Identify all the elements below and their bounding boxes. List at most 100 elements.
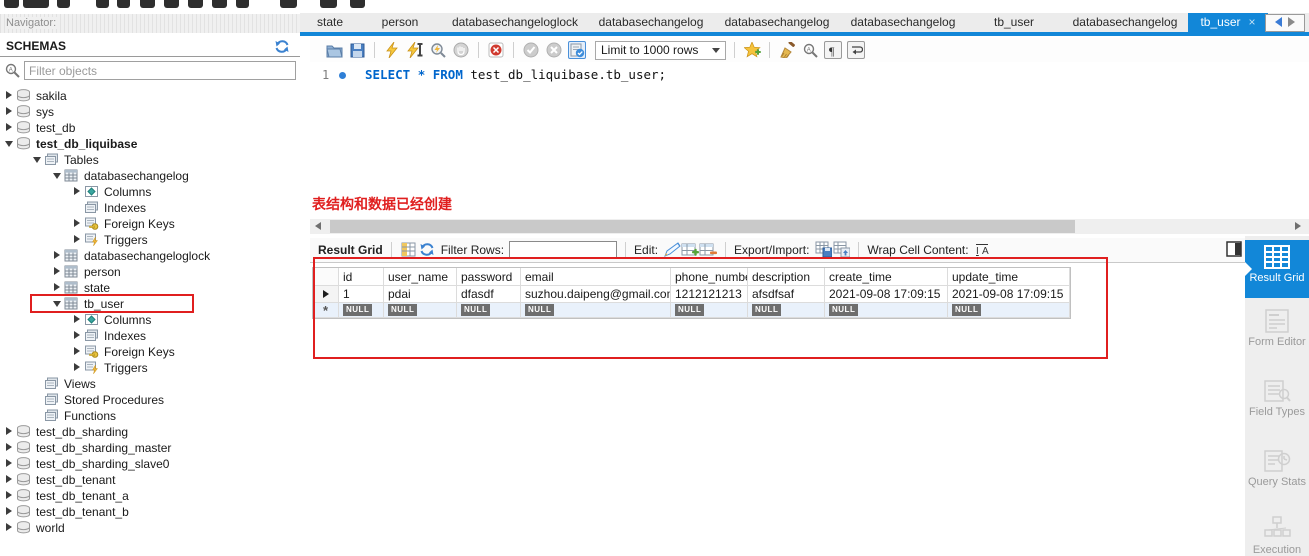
tree-item-triggers[interactable]: Triggers [0, 232, 300, 248]
tree-item-test_db_sharding_slave0[interactable]: test_db_sharding_slave0 [0, 456, 300, 472]
tree-item-test_db_liquibase[interactable]: test_db_liquibase [0, 136, 300, 152]
refresh-schemas-icon[interactable] [274, 39, 289, 53]
column-header-phone_number[interactable]: phone_number [671, 268, 748, 286]
select-all-cell[interactable] [313, 268, 339, 286]
limit-rows-dropdown[interactable]: Limit to 1000 rows [595, 40, 727, 60]
chevron-down-icon[interactable] [712, 47, 721, 53]
tree-item-foreign-keys[interactable]: Foreign Keys [0, 216, 300, 232]
tree-item-columns[interactable]: Columns [0, 184, 300, 200]
column-header-user_name[interactable]: user_name [384, 268, 457, 286]
expand-right-icon[interactable] [74, 331, 80, 339]
tab-databasechangeloglock[interactable]: databasechangeloglock [442, 13, 588, 32]
tree-item-sakila[interactable]: sakila [0, 88, 300, 104]
add-row-icon[interactable] [681, 240, 700, 258]
tree-item-sys[interactable]: sys [0, 104, 300, 120]
tab-databasechangelog[interactable]: databasechangelog [1062, 13, 1188, 32]
main-toolbar-button[interactable] [96, 0, 109, 8]
tree-item-tb_user[interactable]: tb_user [0, 296, 300, 312]
execute-current-icon[interactable] [406, 41, 424, 59]
null-cell-phone_number[interactable]: NULL [671, 303, 748, 318]
main-toolbar-button[interactable] [117, 0, 130, 8]
collapse-panel-icon[interactable] [1226, 241, 1242, 257]
cell-update_time[interactable]: 2021-09-08 17:09:15 [948, 286, 1070, 303]
main-toolbar-button[interactable] [23, 0, 49, 8]
save-icon[interactable] [348, 41, 366, 59]
expand-right-icon[interactable] [6, 123, 12, 131]
null-cell-create_time[interactable]: NULL [825, 303, 948, 318]
expand-right-icon[interactable] [74, 187, 80, 195]
commit-icon[interactable] [522, 41, 540, 59]
expand-right-icon[interactable] [6, 443, 12, 451]
sql-editor[interactable]: 1 SELECT * FROM test_db_liquibase.tb_use… [310, 62, 1309, 192]
toggle-autocommit-icon[interactable] [568, 41, 586, 59]
execute-icon[interactable] [383, 41, 401, 59]
column-header-description[interactable]: description [748, 268, 825, 286]
horizontal-scrollbar[interactable] [310, 219, 1309, 234]
wrap-cell-icon[interactable]: IA [974, 241, 992, 259]
column-header-create_time[interactable]: create_time [825, 268, 948, 286]
main-toolbar-button[interactable] [140, 0, 155, 8]
expand-right-icon[interactable] [54, 283, 60, 291]
expand-right-icon[interactable] [74, 347, 80, 355]
export-recordset-icon[interactable] [814, 240, 832, 258]
expand-right-icon[interactable] [74, 219, 80, 227]
delete-row-icon[interactable] [699, 240, 718, 258]
tab-state[interactable]: state [302, 13, 358, 32]
column-header-id[interactable]: id [339, 268, 384, 286]
schema-filter-input[interactable] [24, 61, 296, 80]
main-toolbar-button[interactable] [188, 0, 203, 8]
show-invisibles-icon[interactable]: ¶ [824, 41, 843, 59]
null-cell-password[interactable]: NULL [457, 303, 521, 318]
tab-scroll-left-icon[interactable] [1275, 17, 1282, 27]
expand-right-icon[interactable] [74, 235, 80, 243]
sql-statement[interactable]: SELECT * FROM test_db_liquibase.tb_user; [365, 67, 666, 82]
main-toolbar-button[interactable] [57, 0, 70, 8]
tree-item-person[interactable]: person [0, 264, 300, 280]
cell-description[interactable]: afsdfsaf [748, 286, 825, 303]
tab-databasechangelog[interactable]: databasechangelog [714, 13, 840, 32]
tree-item-triggers[interactable]: Triggers [0, 360, 300, 376]
scrollbar-thumb[interactable] [330, 220, 1075, 233]
tab-tb_user-active[interactable]: tb_user × [1188, 13, 1268, 32]
tree-item-tables[interactable]: Tables [0, 152, 300, 168]
tree-item-test_db_tenant_b[interactable]: test_db_tenant_b [0, 504, 300, 520]
cell-password[interactable]: dfasdf [457, 286, 521, 303]
expand-down-icon[interactable] [5, 141, 13, 147]
tree-item-test_db_tenant_a[interactable]: test_db_tenant_a [0, 488, 300, 504]
tree-item-test_db_tenant[interactable]: test_db_tenant [0, 472, 300, 488]
tab-scroll-arrows[interactable] [1265, 14, 1305, 32]
scroll-left-icon[interactable] [315, 222, 321, 230]
side-panel-form-editor[interactable]: Form Editor [1245, 304, 1309, 370]
import-records-icon[interactable] [832, 240, 850, 258]
tab-tb_user[interactable]: tb_user [966, 13, 1062, 32]
cell-user_name[interactable]: pdai [384, 286, 457, 303]
expand-down-icon[interactable] [53, 301, 61, 307]
column-header-password[interactable]: password [457, 268, 521, 286]
expand-right-icon[interactable] [74, 363, 80, 371]
main-toolbar-button[interactable] [212, 0, 227, 8]
filter-rows-input[interactable] [509, 241, 618, 259]
main-toolbar-button[interactable] [320, 0, 337, 8]
side-panel-field-types[interactable]: Field Types [1245, 374, 1309, 440]
grid-columns-icon[interactable] [400, 240, 418, 258]
tree-item-state[interactable]: state [0, 280, 300, 296]
tree-item-test_db_sharding[interactable]: test_db_sharding [0, 424, 300, 440]
expand-right-icon[interactable] [54, 251, 60, 259]
expand-right-icon[interactable] [74, 315, 80, 323]
column-header-update_time[interactable]: update_time [948, 268, 1070, 286]
tab-person[interactable]: person [358, 13, 442, 32]
cell-phone_number[interactable]: 1212121213 [671, 286, 748, 303]
tab-close-icon[interactable]: × [1249, 15, 1256, 29]
main-toolbar-button[interactable] [236, 0, 249, 8]
expand-right-icon[interactable] [6, 107, 12, 115]
tree-item-columns[interactable]: Columns [0, 312, 300, 328]
beautify-icon[interactable] [778, 41, 796, 59]
side-panel-execution[interactable]: Execution [1245, 512, 1309, 556]
expand-right-icon[interactable] [6, 507, 12, 515]
new-row-selector[interactable]: * [313, 303, 339, 318]
wrap-text-icon[interactable] [847, 41, 866, 59]
tree-item-test_db_sharding_master[interactable]: test_db_sharding_master [0, 440, 300, 456]
expand-down-icon[interactable] [53, 173, 61, 179]
tree-item-databasechangeloglock[interactable]: databasechangeloglock [0, 248, 300, 264]
tab-databasechangelog[interactable]: databasechangelog [588, 13, 714, 32]
